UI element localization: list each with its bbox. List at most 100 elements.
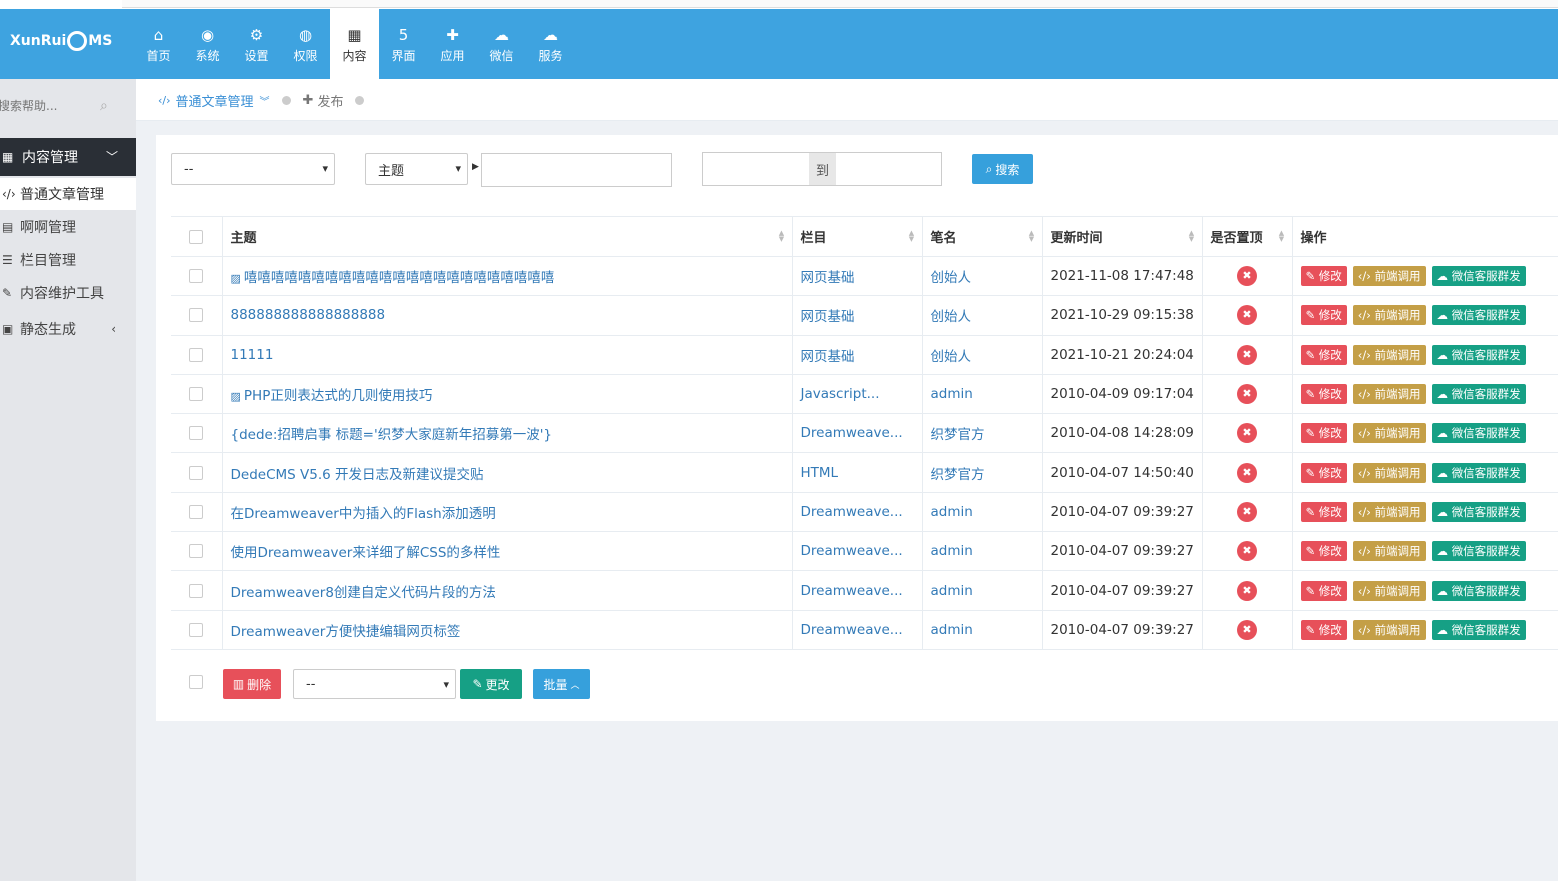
close-icon[interactable]: ✖ <box>1237 266 1257 287</box>
batch-button[interactable]: 批量 ︿ <box>533 669 590 699</box>
row-title-link[interactable]: 888888888888888888 <box>231 307 386 323</box>
close-icon[interactable]: ✖ <box>1237 305 1257 326</box>
frontend-call-button[interactable]: ‹/› 前端调用 <box>1352 266 1426 287</box>
breadcrumb-publish[interactable]: 发布 <box>317 91 343 110</box>
logo[interactable]: XunRui MS <box>10 31 112 51</box>
edit-button[interactable]: ✎ 修改 <box>1300 423 1347 444</box>
nav-item-7[interactable]: ☁ 微信 <box>477 9 526 79</box>
row-category[interactable]: 网页基础 <box>792 335 923 375</box>
header-category[interactable]: 栏目 <box>792 216 923 257</box>
footer-select-all-checkbox[interactable] <box>189 675 203 689</box>
wechat-send-button[interactable]: ☁ 微信客服群发 <box>1431 423 1526 444</box>
row-author[interactable]: admin <box>922 570 1043 611</box>
select-all-checkbox[interactable] <box>189 229 204 244</box>
close-icon[interactable]: ✖ <box>1237 541 1257 562</box>
edit-button[interactable]: ✎ 修改 <box>1300 462 1347 483</box>
row-checkbox[interactable] <box>189 583 204 598</box>
row-author[interactable]: 织梦官方 <box>922 452 1043 493</box>
frontend-call-button[interactable]: ‹/› 前端调用 <box>1352 541 1426 562</box>
frontend-call-button[interactable]: ‹/› 前端调用 <box>1352 344 1426 365</box>
wechat-send-button[interactable]: ☁ 微信客服群发 <box>1431 266 1526 287</box>
row-title-link[interactable]: {dede:招聘启事 标题='织梦大家庭新年招募第一波'} <box>231 427 553 443</box>
search-button[interactable]: ⌕ 搜索 <box>972 154 1033 184</box>
row-title-link[interactable]: PHP正则表达式的几则使用技巧 <box>244 388 432 404</box>
row-checkbox[interactable] <box>189 465 204 480</box>
edit-button[interactable]: ✎ 修改 <box>1300 266 1347 287</box>
frontend-call-button[interactable]: ‹/› 前端调用 <box>1352 501 1426 522</box>
close-icon[interactable]: ✖ <box>1237 384 1257 405</box>
row-category[interactable]: 网页基础 <box>792 256 923 297</box>
sidebar-item-maintenance[interactable]: ✎ 内容维护工具 <box>0 277 136 309</box>
nav-item-0[interactable]: ⌂ 首页 <box>134 9 183 79</box>
row-author[interactable]: 创始人 <box>922 335 1043 375</box>
move-category-select[interactable]: -- ▾ <box>293 669 456 699</box>
edit-button[interactable]: ✎ 修改 <box>1300 344 1347 365</box>
wechat-send-button[interactable]: ☁ 微信客服群发 <box>1431 580 1526 601</box>
edit-button[interactable]: ✎ 修改 <box>1300 580 1347 601</box>
edit-button[interactable]: ✎ 修改 <box>1300 541 1347 562</box>
category-select[interactable]: -- ▾ <box>171 153 335 185</box>
date-start-input[interactable] <box>702 152 810 186</box>
wechat-send-button[interactable]: ☁ 微信客服群发 <box>1431 501 1526 522</box>
sidebar-item-articles[interactable]: ‹/› 普通文章管理 <box>0 178 136 210</box>
wechat-send-button[interactable]: ☁ 微信客服群发 <box>1431 619 1526 640</box>
row-category[interactable]: Dreamweave... <box>792 570 923 611</box>
row-category[interactable]: Dreamweave... <box>792 531 923 572</box>
row-author[interactable]: admin <box>922 531 1043 572</box>
close-icon[interactable]: ✖ <box>1237 462 1257 483</box>
row-author[interactable]: admin <box>922 610 1043 650</box>
row-category[interactable]: Dreamweave... <box>792 610 923 650</box>
sidebar-section-content[interactable]: ▦ 内容管理 ﹀ <box>0 138 144 176</box>
row-checkbox[interactable] <box>189 544 204 559</box>
row-title-link[interactable]: 使用Dreamweaver来详细了解CSS的多样性 <box>231 545 501 561</box>
chevron-double-down-icon[interactable]: ︾ <box>260 93 270 108</box>
row-author[interactable]: admin <box>922 374 1043 415</box>
edit-button[interactable]: ✎ 修改 <box>1300 619 1347 640</box>
row-checkbox[interactable] <box>189 387 204 402</box>
row-checkbox[interactable] <box>189 269 204 284</box>
wechat-send-button[interactable]: ☁ 微信客服群发 <box>1431 541 1526 562</box>
nav-item-3[interactable]: ◍ 权限 <box>281 9 330 79</box>
row-author[interactable]: admin <box>922 492 1043 533</box>
nav-item-8[interactable]: ☁ 服务 <box>526 9 575 79</box>
wechat-send-button[interactable]: ☁ 微信客服群发 <box>1431 462 1526 483</box>
row-title-link[interactable]: 嘻嘻嘻嘻嘻嘻嘻嘻嘻嘻嘻嘻嘻嘻嘻嘻嘻嘻嘻嘻嘻嘻嘻 <box>244 270 555 286</box>
header-updated[interactable]: 更新时间 <box>1042 216 1203 257</box>
close-icon[interactable]: ✖ <box>1237 423 1257 444</box>
field-select[interactable]: 主题 ▾ <box>365 153 468 185</box>
close-icon[interactable]: ✖ <box>1237 344 1257 365</box>
frontend-call-button[interactable]: ‹/› 前端调用 <box>1352 423 1426 444</box>
frontend-call-button[interactable]: ‹/› 前端调用 <box>1352 619 1426 640</box>
frontend-call-button[interactable]: ‹/› 前端调用 <box>1352 305 1426 326</box>
row-author[interactable]: 创始人 <box>922 295 1043 336</box>
wechat-send-button[interactable]: ☁ 微信客服群发 <box>1431 344 1526 365</box>
row-category[interactable]: Dreamweave... <box>792 492 923 533</box>
frontend-call-button[interactable]: ‹/› 前端调用 <box>1352 384 1426 405</box>
row-category[interactable]: 网页基础 <box>792 295 923 336</box>
edit-button[interactable]: ✎ 修改 <box>1300 501 1347 522</box>
row-checkbox[interactable] <box>189 504 204 519</box>
row-checkbox[interactable] <box>189 308 204 323</box>
nav-item-2[interactable]: ⚙ 设置 <box>232 9 281 79</box>
edit-button[interactable]: ✎ 修改 <box>1300 305 1347 326</box>
row-title-link[interactable]: Dreamweaver方便快捷编辑网页标签 <box>231 624 461 640</box>
edit-button[interactable]: ✎ 修改 <box>1300 384 1347 405</box>
row-checkbox[interactable] <box>189 622 204 637</box>
row-category[interactable]: Javascript... <box>792 374 923 415</box>
row-category[interactable]: HTML <box>792 452 923 493</box>
header-author[interactable]: 笔名 <box>922 216 1043 257</box>
nav-item-5[interactable]: 5 界面 <box>379 9 428 79</box>
close-icon[interactable]: ✖ <box>1237 580 1257 601</box>
sidebar-item-columns[interactable]: ☰ 栏目管理 <box>0 244 136 276</box>
keyword-input[interactable] <box>481 153 672 187</box>
frontend-call-button[interactable]: ‹/› 前端调用 <box>1352 580 1426 601</box>
header-title[interactable]: 主题 <box>222 216 793 257</box>
nav-item-4[interactable]: ▦ 内容 <box>330 9 379 79</box>
nav-item-6[interactable]: ✚ 应用 <box>428 9 477 79</box>
sidebar-item-static[interactable]: ▣ 静态生成 ‹ <box>0 313 136 345</box>
row-author[interactable]: 创始人 <box>922 256 1043 297</box>
row-title-link[interactable]: 11111 <box>231 347 274 363</box>
row-title-link[interactable]: DedeCMS V5.6 开发日志及新建议提交贴 <box>231 467 484 483</box>
row-category[interactable]: Dreamweave... <box>792 413 923 454</box>
row-author[interactable]: 织梦官方 <box>922 413 1043 454</box>
